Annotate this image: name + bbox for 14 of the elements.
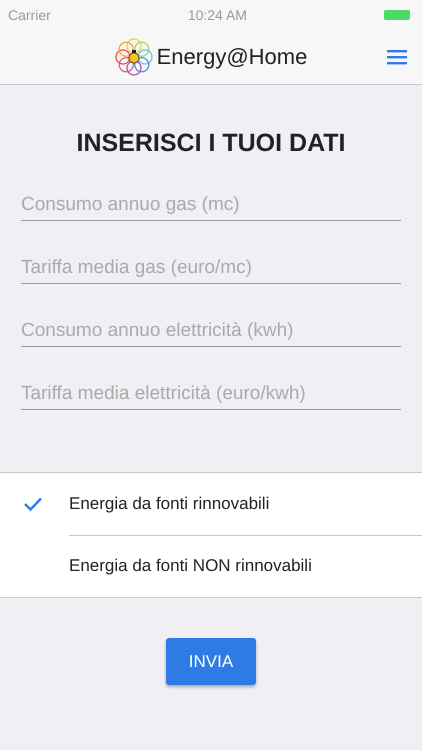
input-field[interactable]: Consumo annuo elettricità (kwh) [21,320,401,347]
option-row[interactable]: Energia da fonti rinnovabili [0,473,422,535]
submit-button[interactable]: INVIA [166,638,256,685]
time-text: 10:24 AM [188,7,247,23]
flower-logo-icon [114,38,153,76]
option-row[interactable]: Energia da fonti NON rinnovabili [0,535,422,597]
app-title: Energy@Home [156,44,308,70]
form-heading: INSERISCI I TUOI DATI [76,129,346,158]
input-field[interactable]: Tariffa media elettricità (euro/kwh) [21,383,401,410]
carrier-text: Carrier [8,7,51,23]
input-field[interactable]: Tariffa media gas (euro/mc) [21,257,401,284]
battery-icon [384,9,414,21]
menu-icon[interactable] [387,49,407,65]
input-field[interactable]: Consumo annuo gas (mc) [21,194,401,221]
